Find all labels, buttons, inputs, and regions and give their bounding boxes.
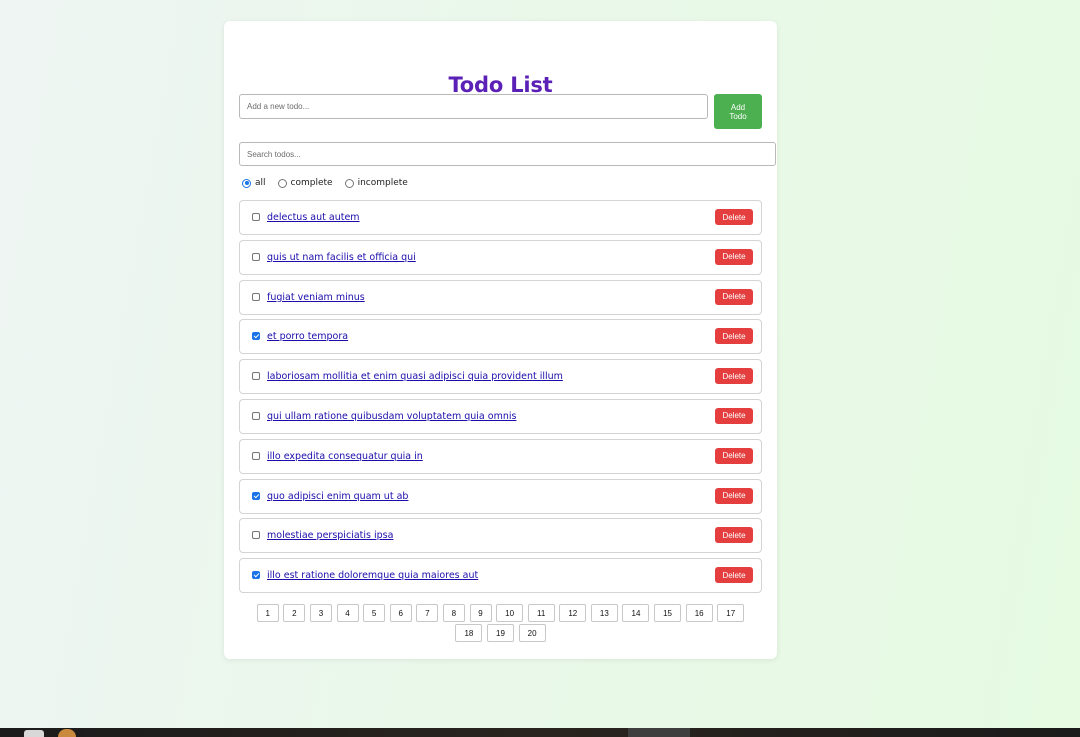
page-button-3[interactable]: 3 (309, 604, 332, 622)
page-button-5[interactable]: 5 (363, 604, 386, 622)
todo-checkbox[interactable] (252, 571, 260, 580)
new-todo-input[interactable] (239, 94, 708, 119)
page-button-18[interactable]: 18 (455, 624, 483, 642)
delete-button[interactable]: Delete (715, 567, 753, 584)
page-button-17[interactable]: 17 (717, 604, 745, 622)
todo-title-link[interactable]: qui ullam ratione quibusdam voluptatem q… (267, 411, 516, 422)
filter-group: all complete incomplete (242, 177, 420, 189)
page-button-1[interactable]: 1 (256, 604, 279, 622)
delete-button[interactable]: Delete (715, 368, 753, 385)
todo-checkbox[interactable] (252, 491, 260, 500)
todo-item: quo adipisci enim quam ut ab Delete (239, 478, 762, 514)
todo-checkbox[interactable] (252, 292, 260, 301)
todo-item: et porro tempora Delete (239, 319, 762, 355)
todo-title-link[interactable]: et porro tempora (267, 331, 348, 342)
todo-item: illo est ratione doloremque quia maiores… (239, 558, 762, 594)
todo-item: fugiat veniam minus Delete (239, 279, 762, 315)
page-button-15[interactable]: 15 (654, 604, 682, 622)
todo-checkbox[interactable] (252, 411, 260, 420)
todo-card: Todo List Add Todo all complete incomple… (224, 21, 777, 659)
radio-incomplete[interactable] (344, 178, 354, 188)
delete-button[interactable]: Delete (715, 487, 753, 504)
page-button-4[interactable]: 4 (336, 604, 359, 622)
page-button-7[interactable]: 7 (416, 604, 439, 622)
page-button-11[interactable]: 11 (527, 604, 555, 622)
todo-checkbox[interactable] (252, 531, 260, 540)
todo-checkbox[interactable] (252, 372, 260, 381)
radio-complete[interactable] (277, 178, 287, 188)
todo-checkbox[interactable] (252, 213, 260, 221)
add-todo-button[interactable]: Add Todo (714, 94, 762, 129)
radio-all[interactable] (242, 178, 251, 188)
filter-label-incomplete: incomplete (357, 178, 408, 188)
page-button-12[interactable]: 12 (559, 604, 587, 622)
todo-title-link[interactable]: illo est ratione doloremque quia maiores… (267, 570, 478, 581)
delete-button[interactable]: Delete (715, 248, 753, 265)
page-button-2[interactable]: 2 (283, 604, 306, 622)
filter-label-all: all (255, 178, 266, 188)
filter-complete[interactable]: complete (277, 178, 333, 188)
delete-button[interactable]: Delete (715, 527, 753, 544)
todo-item: molestiae perspiciatis ipsa Delete (239, 518, 762, 554)
taskbar-app-icon[interactable] (58, 729, 76, 737)
delete-button[interactable]: Delete (715, 328, 753, 345)
todo-title-link[interactable]: fugiat veniam minus (267, 292, 365, 303)
todo-checkbox[interactable] (252, 252, 260, 261)
page-button-19[interactable]: 19 (487, 624, 514, 642)
pagination: 1 2 3 4 5 6 7 8 9 10 11 12 13 14 15 16 1… (239, 604, 762, 642)
todo-checkbox[interactable] (252, 332, 260, 341)
todo-title-link[interactable]: quis ut nam facilis et officia qui (267, 252, 416, 263)
page-button-9[interactable]: 9 (469, 604, 492, 622)
delete-button[interactable]: Delete (715, 288, 753, 305)
page-button-16[interactable]: 16 (685, 604, 713, 622)
filter-label-complete: complete (290, 178, 333, 188)
search-input[interactable] (239, 142, 776, 166)
taskbar-active-item[interactable] (628, 728, 690, 737)
todo-item: laboriosam mollitia et enim quasi adipis… (239, 359, 762, 395)
todo-title-link[interactable]: quo adipisci enim quam ut ab (267, 491, 408, 502)
todo-item: delectus aut autem Delete (239, 200, 762, 235)
page-button-10[interactable]: 10 (496, 604, 524, 622)
todo-title-link[interactable]: molestiae perspiciatis ipsa (267, 530, 393, 541)
todo-title-link[interactable]: laboriosam mollitia et enim quasi adipis… (267, 371, 563, 382)
todo-checkbox[interactable] (252, 451, 260, 460)
filter-all[interactable]: all (242, 178, 266, 188)
delete-button[interactable]: Delete (715, 447, 753, 464)
filter-incomplete[interactable]: incomplete (344, 178, 408, 188)
todo-title-link[interactable]: illo expedita consequatur quia in (267, 451, 423, 462)
os-taskbar (0, 728, 1080, 737)
taskbar-app-icon[interactable] (24, 730, 44, 737)
todo-item: qui ullam ratione quibusdam voluptatem q… (239, 398, 762, 434)
todo-item: illo expedita consequatur quia in Delete (239, 438, 762, 474)
todo-item: quis ut nam facilis et officia qui Delet… (239, 239, 762, 275)
todo-title-link[interactable]: delectus aut autem (267, 212, 360, 223)
page-button-6[interactable]: 6 (389, 604, 412, 622)
page-button-13[interactable]: 13 (590, 604, 618, 622)
delete-button[interactable]: Delete (715, 209, 753, 225)
page-button-20[interactable]: 20 (518, 624, 546, 642)
page-button-8[interactable]: 8 (442, 604, 465, 622)
delete-button[interactable]: Delete (715, 407, 753, 424)
page-button-14[interactable]: 14 (622, 604, 650, 622)
todo-list: delectus aut autem Delete quis ut nam fa… (239, 200, 762, 598)
